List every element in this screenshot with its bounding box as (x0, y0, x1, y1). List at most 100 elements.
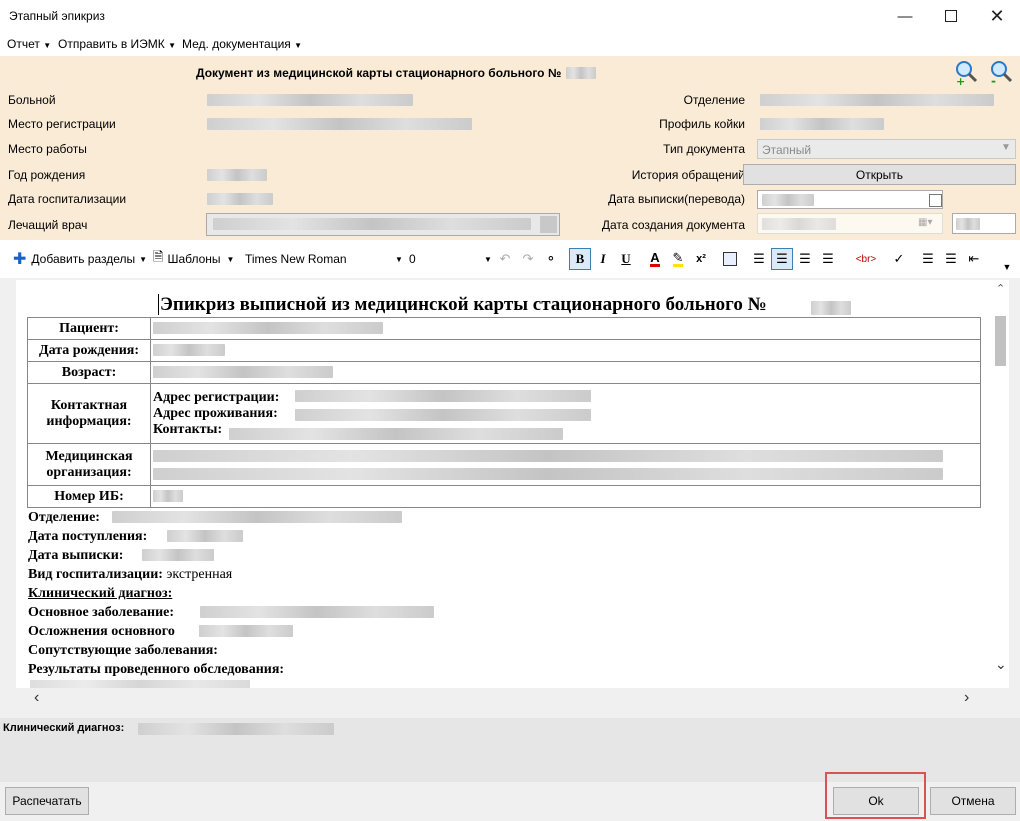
print-button[interactable]: Распечатать (5, 787, 89, 815)
redacted-doc-number (566, 67, 596, 79)
hosp-type-line: Вид госпитализации: экстренная (28, 567, 233, 582)
chevron-down-icon: ▼ (43, 41, 52, 50)
align-justify-icon[interactable]: ☰ (817, 248, 839, 270)
menu-report[interactable]: Отчет ▼ (7, 37, 51, 51)
insert-break-icon[interactable]: <br> (846, 248, 886, 270)
label-hosp-date: Дата госпитализации (8, 192, 127, 206)
maximize-icon[interactable] (928, 0, 974, 32)
cancel-button[interactable]: Отмена (930, 787, 1016, 815)
created-time-field[interactable] (952, 213, 1016, 234)
document-heading: Эпикриз выписной из медицинской карты ст… (158, 294, 767, 315)
scroll-right-icon[interactable]: › (964, 689, 969, 707)
italic-button[interactable]: I (592, 248, 614, 270)
zoom-in-icon[interactable]: + (953, 59, 979, 88)
clinical-diag-heading: Клинический диагноз: (28, 586, 173, 601)
cell-patient-value (150, 317, 981, 340)
cell-ib-label: Номер ИБ: (27, 485, 151, 508)
redacted-diagnosis (138, 723, 334, 735)
cell-birthdate-label: Дата рождения: (27, 339, 151, 362)
underline-button[interactable]: U (615, 248, 637, 270)
doc-type-value: Этапный (762, 143, 812, 157)
chevron-down-icon: ▼ (168, 41, 177, 50)
department-line: Отделение: (28, 510, 100, 525)
spellcheck-icon[interactable]: ✓ (888, 248, 910, 270)
discharge-date-field[interactable] (757, 190, 943, 209)
discharge-date-line: Дата выписки: (28, 548, 124, 563)
editor-horizontal-scrollbar[interactable]: ‹ › (16, 688, 992, 710)
label-doc-type: Тип документа (663, 142, 745, 156)
doctor-select-button[interactable] (540, 216, 557, 233)
undo-icon[interactable]: ↶ (494, 248, 516, 270)
redacted-record-no (811, 301, 851, 315)
window-title: Этапный эпикриз (9, 9, 105, 23)
close-icon[interactable]: ✕ (974, 0, 1020, 32)
cell-birthdate-value (150, 339, 981, 362)
font-size-select[interactable]: 0 ▼ (406, 249, 492, 269)
add-sections-button[interactable]: ✚ Добавить разделы ▼ (13, 249, 147, 269)
templates-button[interactable]: 🗎 Шаблоны ▼ (153, 249, 234, 269)
highlight-icon[interactable]: ✎ (667, 248, 689, 270)
cell-age-value (150, 361, 981, 384)
redacted-hosp-date (207, 193, 273, 205)
superscript-button[interactable]: x² (690, 248, 712, 270)
scroll-down-icon[interactable]: ⌄ (995, 656, 1007, 673)
scroll-left-icon[interactable]: ‹ (34, 689, 39, 707)
align-left-icon[interactable]: ☰ (748, 248, 770, 270)
zoom-out-icon[interactable]: - (988, 59, 1014, 88)
redacted-reg-place (207, 118, 472, 130)
insert-image-icon[interactable] (719, 248, 741, 270)
label-bed-profile: Профиль койки (659, 117, 745, 131)
menu-med-docs[interactable]: Мед. документация ▼ (182, 37, 302, 51)
label-reg-place: Место регистрации (8, 117, 116, 131)
chevron-down-icon: ▼ (484, 254, 492, 264)
open-history-button[interactable]: Открыть (743, 164, 1016, 185)
cell-contact-value: Адрес регистрации: Адрес проживания: Кон… (150, 383, 981, 444)
cell-ib-value (150, 485, 981, 508)
outdent-icon[interactable]: ⇤ (963, 248, 985, 270)
redacted-patient (207, 94, 413, 106)
find-icon[interactable]: ⚬ (540, 248, 562, 270)
cell-contact-label: Контактная информация: (27, 383, 151, 444)
minimize-icon[interactable]: — (882, 0, 928, 32)
bottom-diag-label: Клинический диагноз: (3, 722, 125, 734)
main-disease-line: Основное заболевание: (28, 605, 175, 620)
calendar-icon[interactable]: ▦▾ (918, 217, 932, 228)
label-patient: Больной (8, 93, 56, 107)
bold-button[interactable]: B (569, 248, 591, 270)
font-name-select[interactable]: Times New Roman ▼ (241, 249, 405, 269)
comorbid-line: Сопутствующие заболевания: (28, 643, 218, 658)
chevron-down-icon: ▼ (294, 41, 303, 50)
font-color-icon[interactable]: A (644, 248, 666, 270)
cell-patient-label: Пациент: (27, 317, 151, 340)
menu-send-iemk[interactable]: Отправить в ИЭМК ▼ (58, 37, 176, 51)
svg-text:+: + (956, 75, 965, 85)
label-attending-doctor: Лечащий врач (8, 218, 88, 232)
redacted-department (760, 94, 994, 106)
label-birth-year: Год рождения (8, 168, 86, 182)
calendar-icon[interactable] (929, 194, 942, 207)
patient-info-table: Пациент: Дата рождения: Возраст: Контакт… (27, 317, 981, 508)
align-right-icon[interactable]: ☰ (794, 248, 816, 270)
redo-icon[interactable]: ↷ (517, 248, 539, 270)
editor-vertical-scrollbar[interactable]: ⌃ ⌄ (992, 280, 1009, 688)
scroll-up-icon[interactable]: ⌃ (996, 282, 1005, 295)
label-discharge-date: Дата выписки(перевода) (608, 192, 745, 206)
ok-button[interactable]: Ok (833, 787, 919, 815)
redacted-bed-profile (760, 118, 884, 130)
align-center-icon[interactable]: ☰ (771, 248, 793, 270)
toolbar-overflow-icon[interactable]: ▼ (996, 256, 1018, 278)
numbered-list-icon[interactable]: ☰ (917, 248, 939, 270)
doc-title: Документ из медицинской карты стационарн… (196, 66, 562, 80)
exam-results-line: Результаты проведенного обследования: (28, 662, 285, 677)
font-size-value: 0 (409, 252, 416, 266)
label-visit-history: История обращений (631, 168, 745, 182)
redacted-birth-year (207, 169, 267, 181)
label-work-place: Место работы (8, 142, 87, 156)
created-date-field[interactable]: ▦▾ (757, 213, 943, 234)
document-editor[interactable]: Эпикриз выписной из медицинской карты ст… (16, 280, 992, 688)
attending-doctor-field[interactable] (206, 213, 560, 236)
doc-type-select[interactable]: Этапный ▼ (757, 139, 1016, 159)
vertical-scroll-thumb[interactable] (995, 316, 1006, 366)
bullet-list-icon[interactable]: ☰ (940, 248, 962, 270)
chevron-down-icon: ▼ (226, 254, 235, 264)
